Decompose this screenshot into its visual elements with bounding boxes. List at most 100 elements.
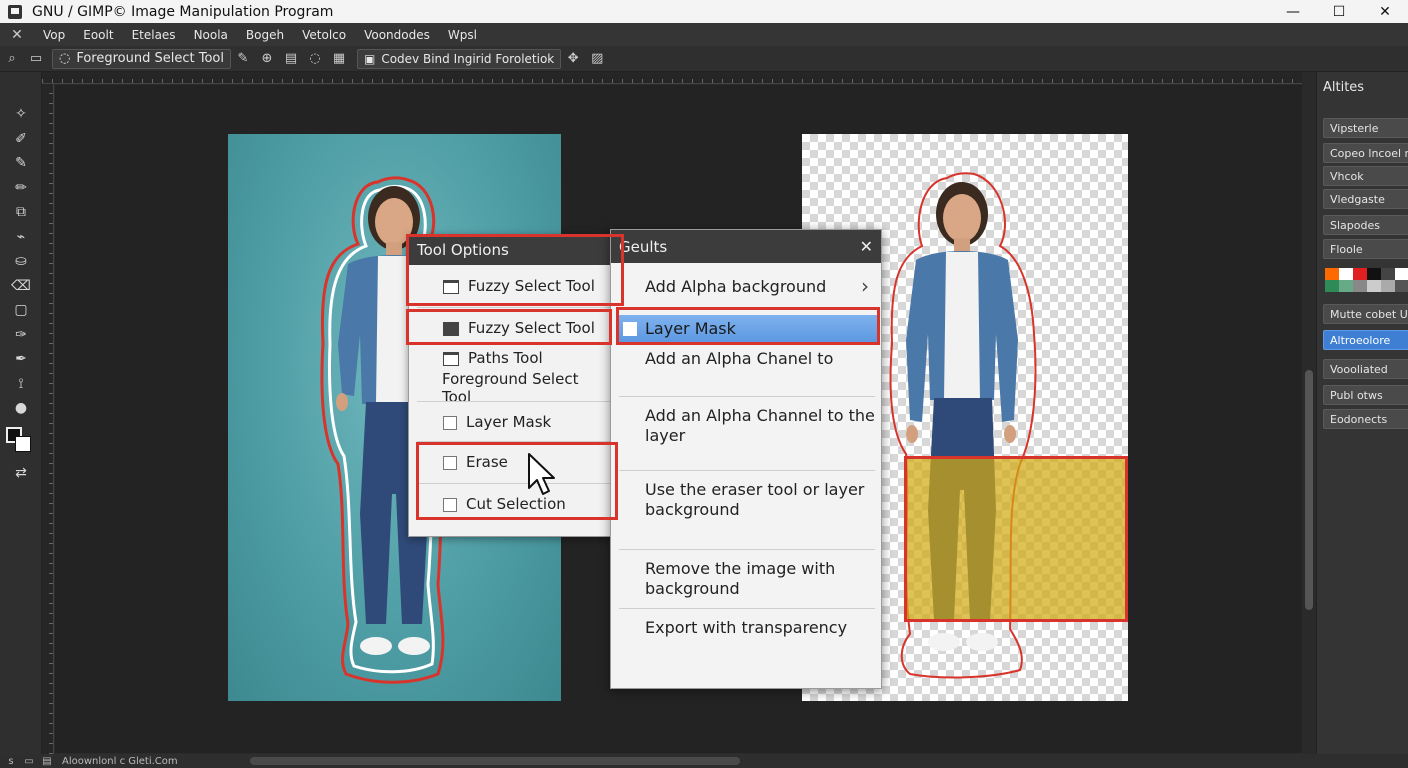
swatch[interactable]	[1353, 268, 1367, 280]
selection-overlay[interactable]	[904, 456, 1128, 622]
swatch[interactable]	[1339, 268, 1353, 280]
menu-item-add-alpha-background[interactable]: Add Alpha background	[645, 277, 875, 297]
scrollbar-thumb[interactable]	[1305, 370, 1313, 610]
paths-icon[interactable]: ⟟	[0, 372, 42, 397]
divider	[619, 608, 875, 609]
menu-item-label: Remove the image with background	[645, 559, 836, 598]
search-icon[interactable]: ⌕	[3, 50, 21, 68]
foreground-background-colors[interactable]	[0, 421, 42, 461]
crosshair-icon[interactable]: ⊕	[258, 50, 276, 68]
dock-button[interactable]: Eodonects	[1323, 409, 1408, 429]
monitor-icon[interactable]: ▭	[27, 50, 45, 68]
menu-item[interactable]: Vop	[34, 28, 74, 42]
tool-option-label: Paths Tool	[468, 349, 543, 367]
grid-icon[interactable]: ▦	[330, 50, 348, 68]
transform-icon[interactable]: ⧉	[0, 200, 42, 225]
menu-item[interactable]: Wpsl	[439, 28, 486, 42]
mode-selector[interactable]: ▣ Codev Bind Ingirid Foroletiok	[356, 48, 562, 69]
vertical-ruler	[42, 84, 54, 754]
menu-item-label: Add an Alpha Chanel to	[645, 349, 834, 368]
menu-item[interactable]: Voondodes	[355, 28, 439, 42]
swap-colors-icon[interactable]: ⇄	[0, 461, 42, 486]
tool-option-layer-mask[interactable]: Layer Mask	[409, 413, 613, 431]
checkbox[interactable]	[443, 416, 457, 430]
menu-item-eraser-tool[interactable]: Use the eraser tool or layer background	[645, 480, 875, 520]
tool-selector[interactable]: ◌ Foreground Select Tool	[52, 48, 231, 69]
color-palette[interactable]	[1325, 268, 1408, 292]
menu-item[interactable]: Etelaes	[123, 28, 185, 42]
airbrush-icon[interactable]: ✑	[0, 323, 42, 348]
menu-item[interactable]: Bogeh	[237, 28, 293, 42]
dock-title: Altites	[1323, 80, 1365, 95]
clone-icon[interactable]: ⌁	[0, 225, 42, 250]
eraser-icon[interactable]: ⌫	[0, 274, 42, 299]
menu-item-add-alpha-channel-layer[interactable]: Add an Alpha Channel to the layer	[645, 406, 875, 446]
window-controls: — ☐ ✕	[1270, 0, 1408, 23]
layers-icon[interactable]: ▤	[282, 50, 300, 68]
swatch[interactable]	[1339, 280, 1353, 292]
brush-icon[interactable]: ✎	[0, 151, 42, 176]
dock-button[interactable]: Publ otws	[1323, 385, 1408, 405]
image-icon[interactable]: ▨	[588, 50, 606, 68]
close-image-icon[interactable]: ✕	[0, 27, 34, 43]
menu-item-export-transparency[interactable]: Export with transparency	[645, 618, 875, 638]
dock-button[interactable]: Floole	[1323, 239, 1408, 259]
highlight-box-erase-cut	[416, 442, 618, 520]
swatch[interactable]	[1367, 280, 1381, 292]
display-icon: ▭	[24, 755, 34, 767]
divider	[417, 401, 613, 402]
swatch[interactable]	[1367, 268, 1381, 280]
swatch[interactable]	[1325, 280, 1339, 292]
dock-button[interactable]: Vhcok	[1323, 166, 1408, 186]
eyedropper-icon[interactable]: ✐	[0, 127, 42, 152]
pencil-icon[interactable]: ✏	[0, 176, 42, 201]
swatch[interactable]	[1395, 268, 1408, 280]
menu-item[interactable]: Vetolco	[293, 28, 355, 42]
lasso-tool-icon[interactable]: ◌	[306, 50, 324, 68]
dock-button[interactable]: Slapodes	[1323, 215, 1408, 235]
swatch[interactable]	[1381, 280, 1395, 292]
minimize-button[interactable]: —	[1270, 0, 1316, 23]
dock-button-active[interactable]: Altroeolore	[1323, 330, 1408, 350]
pencil-icon[interactable]: ✎	[234, 50, 252, 68]
menu-item-remove-background[interactable]: Remove the image with background	[645, 559, 875, 599]
swatch[interactable]	[1395, 280, 1408, 292]
dock-button[interactable]: Vledgaste	[1323, 189, 1408, 209]
dock-button[interactable]: Vipsterle	[1323, 118, 1408, 138]
tool-option-paths[interactable]: Paths Tool	[409, 349, 613, 367]
menu-item-label: Use the eraser tool or layer background	[645, 480, 865, 519]
window-icon	[443, 352, 459, 366]
close-window-button[interactable]: ✕	[1362, 0, 1408, 23]
menu-item[interactable]: Eoolt	[74, 28, 122, 42]
swatch[interactable]	[1381, 268, 1395, 280]
horizontal-scrollbar[interactable]	[250, 757, 740, 765]
swatch[interactable]	[1353, 280, 1367, 292]
mode-icon: ▣	[363, 51, 376, 66]
dock-button[interactable]: Copeo lncoel rc	[1323, 143, 1408, 163]
swatch[interactable]	[1325, 268, 1339, 280]
close-icon[interactable]: ✕	[860, 237, 873, 256]
divider	[417, 307, 613, 308]
menu-bar: ✕ Vop Eoolt Etelaes Noola Bogeh Vetolco …	[0, 23, 1408, 46]
background-color[interactable]	[15, 435, 31, 452]
highlight-box-layer-mask	[616, 307, 880, 345]
menu-item[interactable]: Noola	[185, 28, 237, 42]
dock-button[interactable]: Mutte cobet Ur	[1323, 304, 1408, 324]
results-menu: Geults ✕ Add Alpha background › Layer Ma…	[610, 229, 882, 689]
maximize-button[interactable]: ☐	[1316, 0, 1362, 23]
dock-button[interactable]: Voooliated	[1323, 359, 1408, 379]
rectangle-select-icon[interactable]: ▢	[0, 298, 42, 323]
fuzzy-select-icon[interactable]: ✧	[0, 102, 42, 127]
bucket-fill-icon[interactable]: ⛀	[0, 249, 42, 274]
submenu-arrow-icon: ›	[861, 274, 869, 298]
results-header: Geults ✕	[611, 230, 881, 263]
ink-icon[interactable]: ✒	[0, 347, 42, 372]
results-title: Geults	[619, 237, 668, 256]
move-icon[interactable]: ✥	[564, 50, 582, 68]
blur-icon[interactable]: ●	[0, 396, 42, 421]
menu-item-add-alpha-channel[interactable]: Add an Alpha Chanel to	[645, 349, 875, 369]
horizontal-ruler	[42, 72, 1302, 84]
menu-item-label: Add Alpha background	[645, 277, 827, 296]
canvas-vertical-scrollbar[interactable]	[1302, 72, 1316, 754]
divider	[619, 470, 875, 471]
